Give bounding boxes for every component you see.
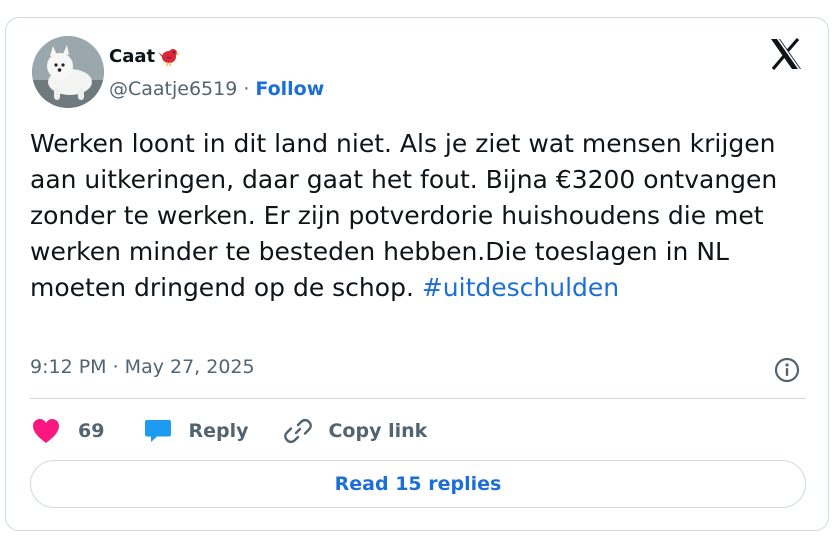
divider <box>30 398 806 399</box>
read-replies-button[interactable]: Read 15 replies <box>30 460 806 508</box>
avatar[interactable] <box>32 36 104 108</box>
action-bar: 69 Reply Copy link <box>32 416 427 446</box>
author-handle[interactable]: @Caatje6519 <box>109 78 237 100</box>
speech-bubble-icon <box>144 418 172 444</box>
separator-dot: · <box>243 78 250 100</box>
reply-label: Reply <box>188 420 249 442</box>
copy-link-button[interactable]: Copy link <box>284 417 427 445</box>
heart-icon <box>32 418 60 444</box>
tweet-timestamp[interactable]: 9:12 PM · May 27, 2025 <box>30 356 255 378</box>
x-logo-icon[interactable] <box>769 37 803 71</box>
red-bird-icon <box>158 45 181 67</box>
tweet-text: Werken loont in dit land niet. Als je zi… <box>30 126 810 306</box>
link-icon <box>284 417 313 445</box>
info-icon[interactable] <box>773 356 801 384</box>
like-count: 69 <box>78 420 105 442</box>
reply-button[interactable]: Reply <box>144 418 248 444</box>
author-display-name[interactable]: Caat <box>109 46 155 67</box>
like-button[interactable]: 69 <box>32 418 104 444</box>
read-replies-label: Read 15 replies <box>334 473 502 495</box>
author-name[interactable]: Caat <box>109 44 181 68</box>
tweet-body: Werken loont in dit land niet. Als je zi… <box>30 129 778 302</box>
tweet-card: Caat @Caatje6519 · Follow Werken loont i… <box>5 17 829 531</box>
author-handle-row: @Caatje6519 · Follow <box>109 78 324 100</box>
follow-button[interactable]: Follow <box>255 78 324 100</box>
copy-link-label: Copy link <box>328 420 428 442</box>
hashtag-link[interactable]: #uitdeschulden <box>422 273 619 302</box>
